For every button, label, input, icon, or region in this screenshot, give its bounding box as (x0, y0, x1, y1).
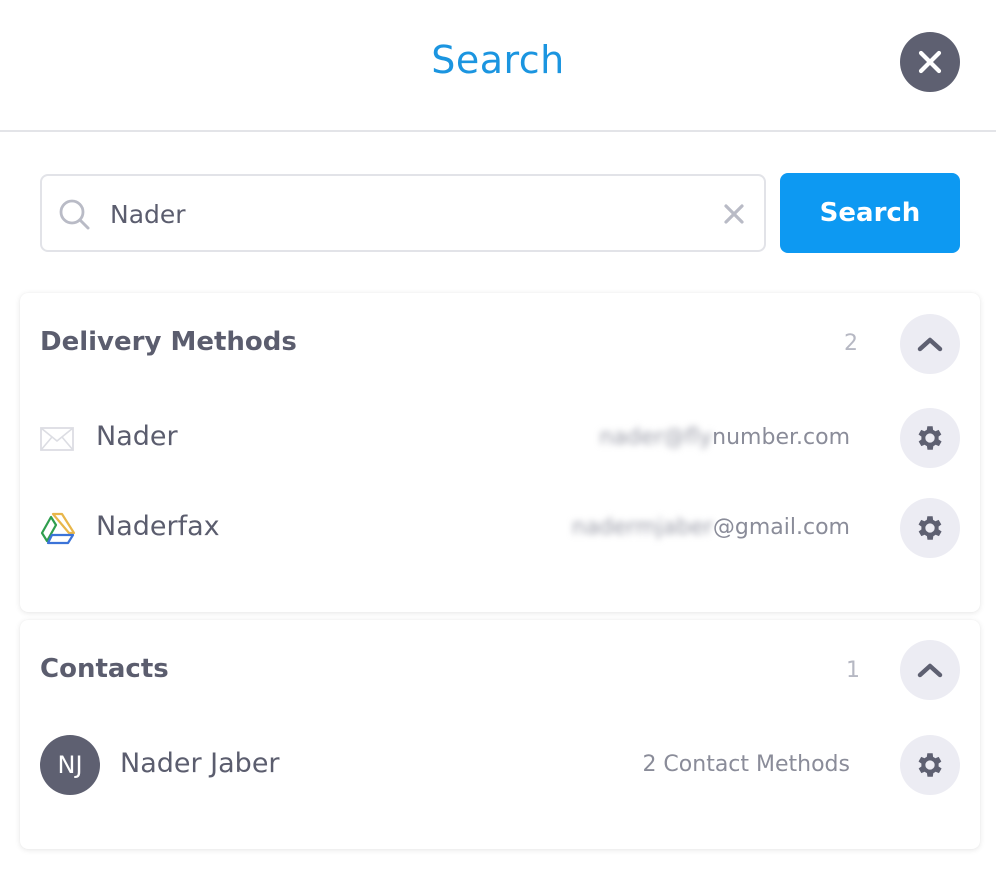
gear-icon (918, 516, 942, 540)
contact-name: Nader Jaber (120, 748, 280, 779)
page-title: Search (431, 38, 565, 82)
collapse-button[interactable] (900, 314, 960, 374)
search-icon (59, 199, 90, 230)
search-field[interactable] (40, 174, 766, 252)
redacted-text: nadermjaber (571, 515, 713, 540)
chevron-up-icon (917, 337, 943, 352)
section-title: Delivery Methods (40, 327, 297, 357)
item-detail-text: @gmail.com (712, 515, 850, 540)
redacted-text: nader@fly (599, 425, 713, 450)
contacts-section: Contacts 1 NJ Nader Jaber 2 Contact Meth… (20, 620, 980, 849)
contact-methods-count: 2 Contact Methods (642, 752, 850, 777)
item-detail: nadermjaber@gmail.com (572, 515, 850, 540)
avatar: NJ (40, 735, 100, 795)
item-detail: nader@flynumber.com (599, 425, 850, 450)
settings-button[interactable] (900, 735, 960, 795)
result-count: 2 (844, 331, 858, 356)
gear-icon (918, 753, 942, 777)
google-drive-icon (40, 512, 76, 545)
modal-header: Search (0, 0, 996, 132)
search-button[interactable]: Search (780, 173, 960, 253)
close-icon (918, 50, 942, 74)
gear-icon (918, 426, 942, 450)
clear-icon[interactable] (722, 202, 746, 226)
delivery-methods-section: Delivery Methods 2 Nader nader@flynumber… (20, 293, 980, 612)
item-name: Nader (96, 421, 178, 452)
close-button[interactable] (900, 32, 960, 92)
settings-button[interactable] (900, 498, 960, 558)
section-title: Contacts (40, 654, 169, 684)
result-count: 1 (846, 658, 860, 683)
item-detail-text: number.com (712, 425, 850, 450)
search-input[interactable] (110, 190, 700, 238)
collapse-button[interactable] (900, 640, 960, 700)
email-icon (40, 427, 74, 451)
chevron-up-icon (917, 663, 943, 678)
item-name: Naderfax (96, 511, 220, 542)
settings-button[interactable] (900, 408, 960, 468)
